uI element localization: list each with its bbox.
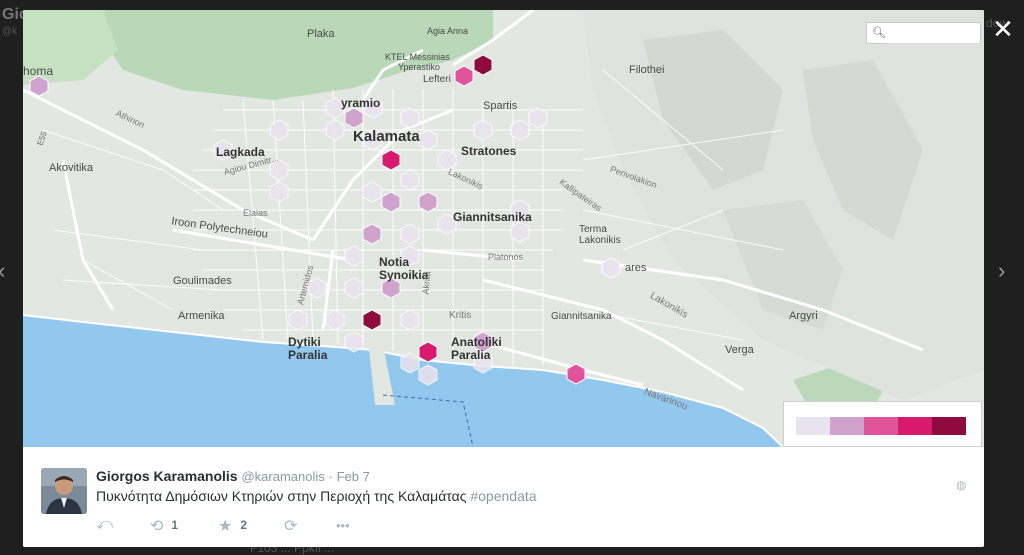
search-icon: 🔍︎	[872, 27, 886, 39]
map-label-giannitsanika: Giannitsanika	[453, 210, 532, 224]
map-label-plaka: Plaka	[307, 28, 335, 40]
legend-swatch-5	[932, 417, 966, 435]
retweet-button[interactable]: ⟲ 1	[150, 516, 178, 536]
author-handle[interactable]: @karamanolis	[241, 469, 324, 484]
tweet-author: Giorgos Karamanolis @karamanolis · Feb 7	[96, 468, 370, 484]
author-name[interactable]: Giorgos Karamanolis	[96, 468, 238, 484]
map-image[interactable]: Plaka Agia Anna KTEL Messinias Yperastik…	[23, 10, 984, 447]
retweet-icon: ⟲	[150, 518, 164, 535]
map-canvas	[23, 10, 984, 447]
favorite-count: 2	[240, 518, 248, 532]
tweet-body: Πυκνότητα Δημόσιων Κτηριών στην Περιοχή …	[96, 488, 467, 504]
reply-button[interactable]: ⤺	[96, 516, 113, 534]
tweet-text: Πυκνότητα Δημόσιων Κτηριών στην Περιοχή …	[96, 488, 537, 504]
map-label-dytiki-paralia: Dytiki Paralia	[288, 335, 328, 362]
map-label-ktel: KTEL Messinias	[385, 52, 450, 62]
more-button[interactable]: •••	[336, 518, 350, 533]
map-label-filothei: Filothei	[629, 64, 665, 76]
legend-swatch-3	[864, 417, 898, 435]
map-label-goulimades: Goulimades	[173, 275, 232, 287]
map-label-terma: Terma Lakonikis	[579, 224, 621, 246]
map-label-akrita: Akrita	[420, 271, 433, 295]
map-label-agia-anna: Agia Anna	[427, 26, 469, 36]
more-icon: •••	[336, 518, 350, 533]
next-arrow-icon[interactable]: ›	[998, 258, 1005, 284]
map-legend	[783, 401, 982, 447]
tweet-card: Giorgos Karamanolis @karamanolis · Feb 7…	[23, 447, 984, 547]
background-handle: @k	[2, 26, 18, 37]
map-search-box: 🔍︎	[866, 22, 981, 44]
reply-icon: ⤺	[96, 516, 114, 533]
map-label-giannitsanika-2: Giannitsanika	[551, 311, 612, 322]
map-label-lefteri: Lefteri	[423, 74, 451, 85]
share-icon: ⟳	[284, 518, 298, 535]
legend-swatch-2	[830, 417, 864, 435]
retweet-count: 1	[171, 518, 179, 532]
map-label-spartis: Spartis	[483, 100, 518, 112]
favorite-icon: ★	[218, 518, 233, 535]
map-label-pyramio: yramio	[341, 96, 381, 110]
avatar-photo-icon	[41, 468, 87, 514]
avatar[interactable]	[41, 468, 87, 514]
map-label-stratones: Stratones	[461, 144, 517, 158]
map-label-armenika: Armenika	[178, 310, 225, 322]
map-label-akovitika: Akovitika	[49, 162, 94, 174]
close-icon[interactable]: ✕	[990, 16, 1016, 42]
tweet-time[interactable]: · Feb 7	[329, 469, 370, 484]
hashtag-link[interactable]: #opendata	[470, 488, 536, 504]
legend-swatch-1	[796, 417, 830, 435]
map-label-anatoliki-paralia: Anatoliki Paralia	[451, 335, 502, 362]
map-label-tares: ares	[625, 262, 647, 274]
map-label-kritis: Kritis	[449, 310, 472, 321]
media-modal: Plaka Agia Anna KTEL Messinias Yperastik…	[23, 10, 984, 547]
map-label-platonos: Platonos	[488, 252, 524, 262]
previous-arrow-icon[interactable]: ‹	[0, 258, 5, 284]
map-label-kalamata: Kalamata	[353, 128, 420, 145]
share-button[interactable]: ⟳	[284, 516, 297, 536]
globe-icon: ◍	[956, 478, 967, 492]
map-label-argyri: Argyri	[789, 310, 818, 322]
map-label-yperastiko: Yperastiko	[398, 62, 440, 72]
map-label-verga: Verga	[725, 344, 754, 356]
map-label-nomia: homa	[23, 64, 54, 78]
legend-swatch-4	[898, 417, 932, 435]
favorite-button[interactable]: ★ 2	[218, 516, 247, 536]
map-search-input[interactable]	[887, 25, 979, 44]
map-label-elaias: Elaias	[243, 208, 268, 218]
